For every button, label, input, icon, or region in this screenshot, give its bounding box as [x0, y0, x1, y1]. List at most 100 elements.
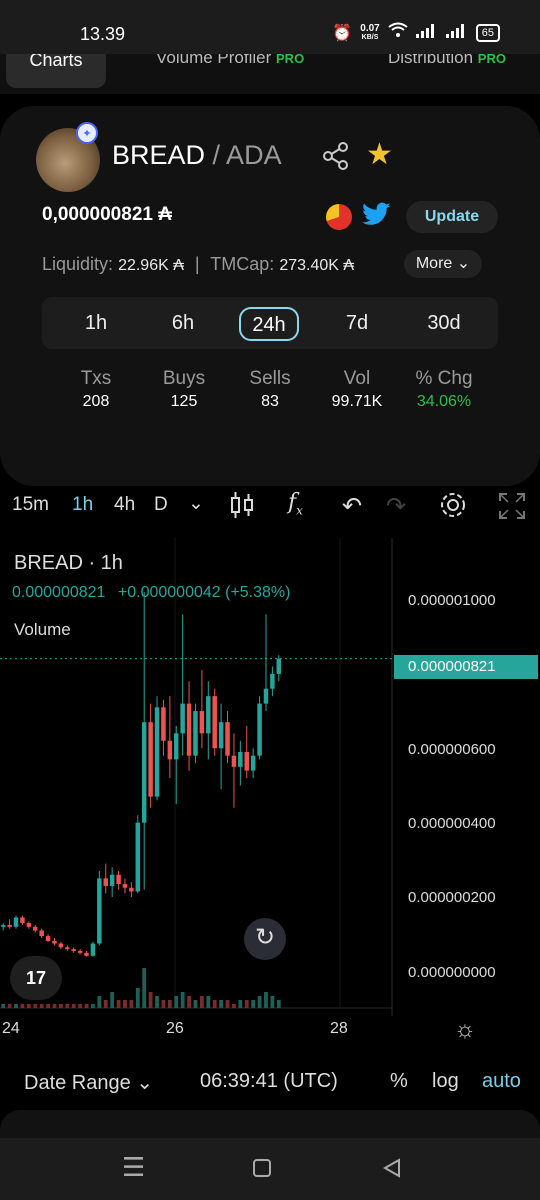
y-tick: 0.000001000: [408, 592, 496, 609]
candle-body: [212, 696, 217, 749]
x-tick: 24: [2, 1020, 20, 1037]
interval-1h[interactable]: 1h: [72, 494, 93, 516]
wifi-icon: [388, 22, 408, 43]
twitter-icon[interactable]: [362, 202, 392, 233]
reset-chart-icon[interactable]: ↻: [244, 918, 286, 960]
timeframe-selector: 1h 6h 24h 7d 30d: [42, 297, 498, 349]
timeframe-24h[interactable]: 24h: [239, 307, 299, 341]
fullscreen-icon[interactable]: [498, 492, 526, 526]
interval-dropdown-icon[interactable]: ⌄: [188, 492, 204, 515]
volume-bar: [232, 1004, 236, 1008]
interval-d[interactable]: D: [154, 494, 168, 516]
pair-title: BREAD / ADA: [112, 140, 282, 170]
volume-bar: [135, 988, 140, 1008]
tradingview-logo[interactable]: 17: [10, 956, 62, 1000]
tab-charts[interactable]: Charts: [6, 54, 106, 88]
candle-body: [109, 874, 115, 886]
volume-bar: [251, 1000, 256, 1008]
candle-body: [161, 707, 166, 741]
tab-volume-profiler[interactable]: Volume Profiler PRO: [156, 54, 304, 68]
candle-body: [26, 923, 32, 927]
candle-body: [186, 703, 192, 756]
candle-body: [129, 887, 134, 892]
log-scale-toggle[interactable]: log: [432, 1070, 459, 1093]
chart-legend-volume: Volume: [14, 620, 71, 639]
candle-body: [90, 943, 96, 956]
volume-bar: [161, 1000, 166, 1008]
candle-body: [20, 917, 25, 924]
signal-icon-2: [445, 24, 468, 41]
favorite-star-icon[interactable]: ★: [366, 140, 393, 170]
status-icons: ⏰ 0.07 KB/S 65: [332, 22, 500, 43]
candle-body: [116, 874, 121, 885]
theme-toggle-icon[interactable]: ☼: [454, 1016, 476, 1044]
stat-change: % Chg 34.06%: [415, 368, 473, 410]
candle-body: [45, 936, 51, 941]
auto-scale-toggle[interactable]: auto: [482, 1070, 521, 1093]
share-icon[interactable]: [320, 140, 352, 172]
volume-bar: [65, 1004, 70, 1008]
volume-bar: [148, 992, 153, 1008]
volume-bar: [14, 1004, 18, 1008]
volume-bar: [167, 1000, 172, 1008]
y-tick: 0.000000600: [408, 741, 496, 758]
candle-body: [225, 722, 230, 756]
recent-apps-icon[interactable]: ☰: [122, 1152, 145, 1183]
indicators-fx-icon[interactable]: fx: [288, 490, 303, 517]
candle-body: [141, 722, 147, 823]
candle-body: [52, 940, 57, 944]
candle-body: [244, 751, 249, 771]
timeframe-30d[interactable]: 30d: [414, 307, 474, 341]
stat-sells: Sells 83: [249, 368, 291, 410]
candle-body: [270, 673, 275, 689]
tab-distribution[interactable]: Distribution PRO: [388, 54, 506, 68]
back-icon[interactable]: [382, 1152, 402, 1185]
status-time: 13.39: [80, 24, 126, 44]
settings-gear-icon[interactable]: [438, 490, 468, 526]
candles-icon[interactable]: [230, 490, 254, 526]
candle-body: [7, 924, 12, 927]
timeframe-1h[interactable]: 1h: [66, 307, 126, 341]
token-price: 0,000000821 ₳: [42, 204, 172, 225]
candle-body: [39, 930, 44, 937]
volume-bar: [58, 1004, 63, 1008]
candle-body: [218, 722, 224, 749]
volume-bar: [7, 1004, 12, 1008]
chart-legend-values: 0.000000821 +0.000000042 (+5.38%): [12, 584, 291, 601]
y-tick: 0.000000200: [408, 889, 496, 906]
candle-body: [77, 950, 83, 953]
stat-vol: Vol 99.71K: [331, 368, 383, 410]
undo-icon[interactable]: ↶: [342, 492, 362, 521]
volume-bar: [84, 1004, 89, 1008]
more-button[interactable]: More ⌄: [404, 250, 482, 278]
x-tick: 28: [330, 1020, 348, 1037]
candle-body: [58, 943, 64, 948]
percent-scale-toggle[interactable]: %: [390, 1070, 408, 1093]
redo-icon[interactable]: ↷: [386, 492, 406, 521]
verified-badge-icon: ✦: [76, 122, 98, 144]
candle-body: [84, 952, 89, 956]
candle-body: [135, 822, 141, 892]
home-icon[interactable]: [252, 1152, 272, 1185]
volume-bar: [103, 1000, 108, 1008]
volume-bar: [129, 1000, 134, 1008]
interval-15m[interactable]: 15m: [12, 494, 49, 516]
coingecko-icon[interactable]: [326, 204, 352, 230]
volume-bar: [1, 1004, 6, 1008]
timeframe-7d[interactable]: 7d: [327, 307, 387, 341]
candle-body: [154, 707, 160, 797]
candle-body: [257, 703, 262, 756]
volume-bar: [155, 996, 159, 1008]
update-button[interactable]: Update: [406, 201, 498, 233]
volume-bar: [39, 1004, 44, 1008]
timeframe-6h[interactable]: 6h: [153, 307, 213, 341]
volume-bar: [206, 996, 211, 1008]
interval-4h[interactable]: 4h: [114, 494, 135, 516]
y-tick: 0.000000000: [408, 964, 496, 981]
volume-bar: [142, 968, 147, 1008]
volume-bar: [110, 992, 115, 1008]
volume-bar: [116, 1000, 121, 1008]
volume-bar: [123, 1000, 127, 1008]
date-range-button[interactable]: Date Range ⌄: [24, 1070, 153, 1095]
candle-body: [65, 947, 70, 950]
